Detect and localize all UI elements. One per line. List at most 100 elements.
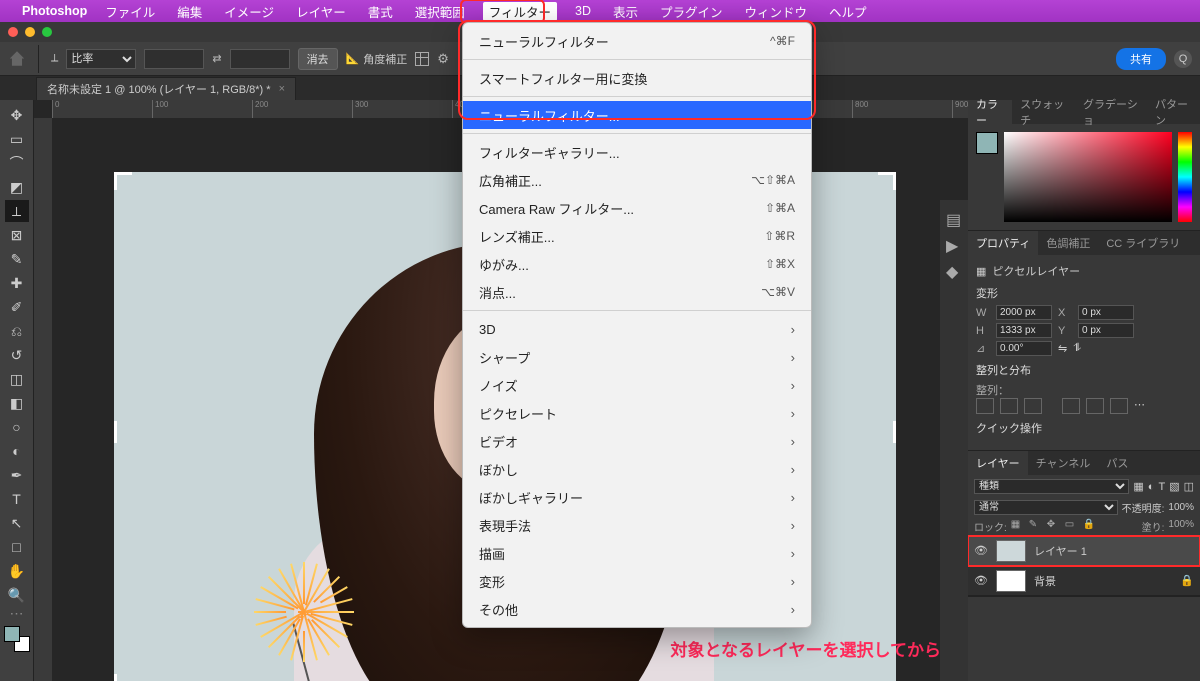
panel-icon-3[interactable]: ◆ <box>946 262 962 278</box>
history-brush-tool-icon[interactable]: ↺ <box>5 344 29 366</box>
blend-mode-select[interactable]: 通常 <box>974 500 1118 515</box>
eyedropper-tool-icon[interactable]: ✎ <box>5 248 29 270</box>
edit-toolbar-icon[interactable]: ⋯ <box>10 608 24 618</box>
color-picker[interactable] <box>976 132 1192 222</box>
menu-item[interactable]: レンズ補正...⇧⌘R <box>463 222 811 250</box>
menu-help[interactable]: ヘルプ <box>825 0 871 23</box>
crop-handle-tl[interactable] <box>114 172 134 192</box>
color-field[interactable] <box>1004 132 1172 222</box>
pen-tool-icon[interactable]: ✒ <box>5 464 29 486</box>
align-right-icon[interactable] <box>1024 398 1042 414</box>
straighten-tool[interactable]: 📐 角度補正 <box>346 51 408 67</box>
flip-h-icon[interactable]: ⇋ <box>1058 342 1067 355</box>
lock-image-icon[interactable]: ✎ <box>1029 519 1043 533</box>
gradient-tool-icon[interactable]: ◧ <box>5 392 29 414</box>
zoom-window-icon[interactable] <box>42 27 52 37</box>
visibility-icon[interactable]: 👁 <box>974 544 988 557</box>
shape-tool-icon[interactable]: □ <box>5 536 29 558</box>
menu-item[interactable]: ぼかしギャラリー› <box>463 483 811 511</box>
tab-gradients[interactable]: グラデーショ <box>1075 100 1147 124</box>
align-vcenter-icon[interactable] <box>1086 398 1104 414</box>
menu-item[interactable]: ビデオ› <box>463 427 811 455</box>
tab-patterns[interactable]: パターン <box>1147 100 1200 124</box>
menu-item[interactable]: ゆがみ...⇧⌘X <box>463 250 811 278</box>
path-select-tool-icon[interactable]: ↖ <box>5 512 29 534</box>
hue-slider[interactable] <box>1178 132 1192 222</box>
clear-button[interactable]: 消去 <box>298 48 338 70</box>
close-tab-icon[interactable]: × <box>279 83 285 95</box>
filter-adjust-icon[interactable]: ◐ <box>1148 481 1155 493</box>
color-swatches[interactable] <box>4 626 30 652</box>
tab-properties[interactable]: プロパティ <box>968 231 1038 255</box>
menu-view[interactable]: 表示 <box>609 0 642 23</box>
menu-item[interactable]: シャープ› <box>463 343 811 371</box>
filter-shape-icon[interactable]: ▧ <box>1169 480 1179 493</box>
eraser-tool-icon[interactable]: ◫ <box>5 368 29 390</box>
y-input[interactable] <box>1078 323 1134 338</box>
x-input[interactable] <box>1078 305 1134 320</box>
flip-v-icon[interactable]: ⥮ <box>1073 342 1081 355</box>
height-input[interactable] <box>996 323 1052 338</box>
width-input[interactable] <box>996 305 1052 320</box>
lasso-tool-icon[interactable]: ⌒ <box>5 152 29 174</box>
stamp-tool-icon[interactable]: ⎌ <box>5 320 29 342</box>
crop-height-input[interactable] <box>230 49 290 69</box>
menu-item[interactable]: フィルターギャラリー... <box>463 138 811 166</box>
menu-layer[interactable]: レイヤー <box>292 0 350 23</box>
layer-filter-select[interactable]: 種類 <box>974 479 1129 494</box>
crop-tool-icon[interactable]: ⟂ <box>5 200 29 222</box>
frame-tool-icon[interactable]: ⊠ <box>5 224 29 246</box>
search-icon[interactable]: Q <box>1174 50 1192 68</box>
crop-handle-ml[interactable] <box>114 422 134 442</box>
menu-file[interactable]: ファイル <box>101 0 159 23</box>
align-top-icon[interactable] <box>1062 398 1080 414</box>
move-tool-icon[interactable]: ✥ <box>5 104 29 126</box>
align-bottom-icon[interactable] <box>1110 398 1128 414</box>
dodge-tool-icon[interactable]: ◐ <box>5 440 29 462</box>
layer-thumbnail[interactable] <box>996 570 1026 592</box>
menu-item[interactable]: 3D› <box>463 315 811 343</box>
panel-icon-2[interactable]: ▶ <box>946 236 962 252</box>
menu-item[interactable]: ノイズ› <box>463 371 811 399</box>
home-icon[interactable] <box>8 50 26 68</box>
transform-header[interactable]: 変形 <box>976 285 1192 301</box>
layer-item-bg[interactable]: 👁 背景 🔒 <box>968 566 1200 596</box>
share-button[interactable]: 共有 <box>1116 48 1166 70</box>
layer-item-1[interactable]: 👁 レイヤー 1 <box>968 536 1200 566</box>
menu-item[interactable]: スマートフィルター用に変換 <box>463 64 811 92</box>
foreground-swatch[interactable] <box>976 132 998 154</box>
lock-transparent-icon[interactable]: ▦ <box>1011 519 1025 533</box>
tab-paths[interactable]: パス <box>1098 451 1136 475</box>
document-tab[interactable]: 名称未設定 1 @ 100% (レイヤー 1, RGB/8*) * × <box>36 77 296 100</box>
marquee-tool-icon[interactable]: ▭ <box>5 128 29 150</box>
ratio-select[interactable]: 比率 <box>66 49 136 69</box>
crop-handle-tr[interactable] <box>876 172 896 192</box>
lock-artboard-icon[interactable]: ▭ <box>1065 519 1079 533</box>
visibility-icon[interactable]: 👁 <box>974 574 988 587</box>
tab-libraries[interactable]: CC ライブラリ <box>1098 231 1188 255</box>
menu-item[interactable]: 変形› <box>463 567 811 595</box>
menu-item[interactable]: 表現手法› <box>463 511 811 539</box>
menu-item[interactable]: 描画› <box>463 539 811 567</box>
menu-3d[interactable]: 3D <box>571 2 595 20</box>
tab-channels[interactable]: チャンネル <box>1028 451 1099 475</box>
filter-type-icon[interactable]: T <box>1158 481 1165 493</box>
brush-tool-icon[interactable]: ✐ <box>5 296 29 318</box>
align-more-icon[interactable]: ⋯ <box>1134 398 1145 414</box>
opacity-value[interactable]: 100% <box>1168 502 1194 513</box>
align-left-icon[interactable] <box>976 398 994 414</box>
menu-item[interactable]: ニューラルフィルター^⌘F <box>463 27 811 55</box>
menu-filter[interactable]: フィルター <box>483 2 557 21</box>
minimize-window-icon[interactable] <box>25 27 35 37</box>
tab-adjustments[interactable]: 色調補正 <box>1038 231 1098 255</box>
hand-tool-icon[interactable]: ✋ <box>5 560 29 582</box>
heal-tool-icon[interactable]: ✚ <box>5 272 29 294</box>
menu-edit[interactable]: 編集 <box>173 0 206 23</box>
crop-tool-icon[interactable]: ⟂ <box>51 52 58 65</box>
menu-item[interactable]: 消点...⌥⌘V <box>463 278 811 306</box>
menu-item[interactable]: ぼかし› <box>463 455 811 483</box>
angle-input[interactable] <box>996 341 1052 356</box>
swap-icon[interactable]: ⇄ <box>212 52 221 65</box>
blur-tool-icon[interactable]: ○ <box>5 416 29 438</box>
menu-select[interactable]: 選択範囲 <box>411 0 469 23</box>
